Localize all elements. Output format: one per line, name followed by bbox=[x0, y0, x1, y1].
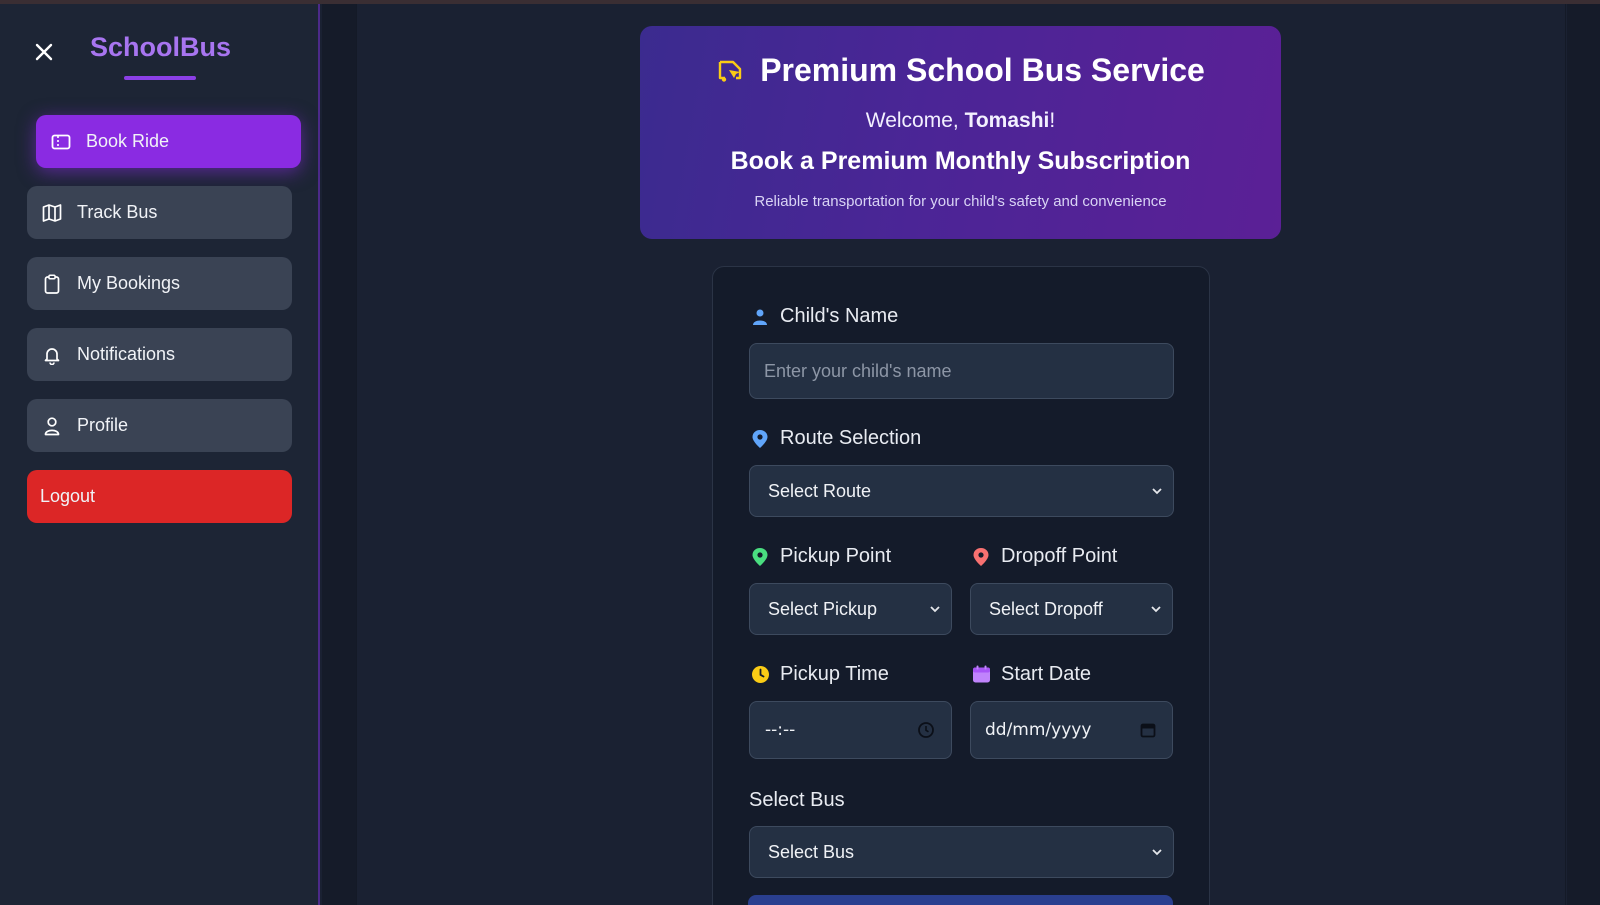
calendar-icon[interactable] bbox=[1140, 722, 1156, 738]
bell-icon bbox=[41, 344, 63, 366]
dropoff-point-label: Dropoff Point bbox=[971, 545, 1117, 568]
chevron-down-icon bbox=[1151, 606, 1161, 613]
sidebar-item-notifications[interactable]: Notifications bbox=[27, 328, 292, 381]
clipboard-icon bbox=[41, 273, 63, 295]
hero-banner: Premium School Bus Service Welcome, Toma… bbox=[640, 26, 1281, 239]
child-name-label-text: Child's Name bbox=[780, 305, 899, 327]
hero-subtitle: Book a Premium Monthly Subscription bbox=[730, 147, 1191, 175]
map-icon bbox=[41, 202, 63, 224]
brand-logo-text: SchoolBus bbox=[90, 32, 232, 62]
select-bus-label: Select Bus bbox=[749, 789, 845, 812]
user-icon bbox=[750, 307, 770, 327]
content-gutter-left bbox=[322, 4, 356, 905]
route-select-value: Select Route bbox=[768, 480, 872, 501]
user-icon bbox=[41, 415, 63, 437]
dropoff-select[interactable]: Select Dropoff bbox=[970, 583, 1173, 635]
pickup-time-label: Pickup Time bbox=[750, 663, 889, 686]
chevron-down-icon bbox=[930, 606, 940, 613]
chevron-down-icon bbox=[1152, 849, 1162, 856]
brand-underline bbox=[124, 76, 196, 80]
hero-note: Reliable transportation for your child's… bbox=[754, 193, 1167, 210]
sidebar-item-label: My Bookings bbox=[77, 273, 181, 293]
ticket-icon bbox=[50, 131, 72, 153]
chevron-down-icon bbox=[1152, 488, 1162, 495]
sidebar-item-my-bookings[interactable]: My Bookings bbox=[27, 257, 292, 310]
close-sidebar-button[interactable] bbox=[30, 38, 58, 66]
route-label-text: Route Selection bbox=[780, 427, 922, 449]
child-name-label: Child's Name bbox=[750, 305, 898, 328]
map-pin-icon bbox=[750, 547, 770, 567]
map-pin-icon bbox=[750, 429, 770, 449]
sidebar-item-profile[interactable]: Profile bbox=[27, 399, 292, 452]
route-selection-label: Route Selection bbox=[750, 427, 921, 450]
start-date-input[interactable]: dd/mm/yyyy bbox=[970, 701, 1173, 759]
bus-select-value: Select Bus bbox=[768, 841, 855, 862]
bus-select[interactable]: Select Bus bbox=[749, 826, 1174, 878]
pickup-time-input[interactable]: --:-- bbox=[749, 701, 952, 759]
select-bus-label-text: Select Bus bbox=[749, 789, 845, 811]
bus-icon bbox=[718, 60, 742, 82]
dropoff-label-text: Dropoff Point bbox=[1001, 545, 1118, 567]
dropoff-select-value: Select Dropoff bbox=[989, 598, 1103, 619]
user-name: Tomashi bbox=[964, 109, 1050, 132]
logout-button[interactable]: Logout bbox=[27, 470, 292, 523]
hero-title-text: Premium School Bus Service bbox=[760, 52, 1205, 88]
start-date-label-text: Start Date bbox=[1001, 663, 1092, 685]
start-date-value: dd/mm/yyyy bbox=[985, 720, 1092, 740]
clock-icon bbox=[750, 665, 770, 685]
welcome-prefix: Welcome, bbox=[865, 109, 965, 132]
content-gutter-right bbox=[1567, 4, 1600, 905]
hero-title: Premium School Bus Service bbox=[640, 52, 1281, 89]
submit-button[interactable] bbox=[748, 895, 1173, 905]
child-name-input[interactable]: Enter your child's name bbox=[749, 343, 1174, 399]
sidebar-item-label: Track Bus bbox=[77, 202, 158, 222]
pickup-time-value: --:-- bbox=[765, 720, 796, 740]
route-select[interactable]: Select Route bbox=[749, 465, 1174, 517]
start-date-label: Start Date bbox=[971, 663, 1091, 686]
sidebar-item-label: Profile bbox=[77, 415, 129, 435]
welcome-message: Welcome, Tomashi! bbox=[640, 109, 1281, 133]
close-icon bbox=[35, 43, 53, 61]
pickup-point-label: Pickup Point bbox=[750, 545, 891, 568]
map-pin-icon bbox=[971, 547, 991, 567]
sidebar-item-book-ride[interactable]: Book Ride bbox=[36, 115, 301, 168]
sidebar-item-track-bus[interactable]: Track Bus bbox=[27, 186, 292, 239]
pickup-select[interactable]: Select Pickup bbox=[749, 583, 952, 635]
calendar-icon bbox=[971, 665, 991, 685]
child-name-placeholder: Enter your child's name bbox=[764, 360, 952, 381]
sidebar: SchoolBus Book Ride Track Bus My Booking… bbox=[0, 4, 320, 905]
pickup-label-text: Pickup Point bbox=[780, 545, 892, 567]
pickup-time-label-text: Pickup Time bbox=[780, 663, 889, 685]
clock-icon[interactable] bbox=[917, 721, 935, 739]
sidebar-item-label: Book Ride bbox=[86, 131, 170, 151]
sidebar-item-label: Notifications bbox=[77, 344, 176, 364]
logout-label: Logout bbox=[40, 486, 96, 506]
welcome-suffix: ! bbox=[1049, 109, 1056, 132]
pickup-select-value: Select Pickup bbox=[768, 598, 878, 619]
